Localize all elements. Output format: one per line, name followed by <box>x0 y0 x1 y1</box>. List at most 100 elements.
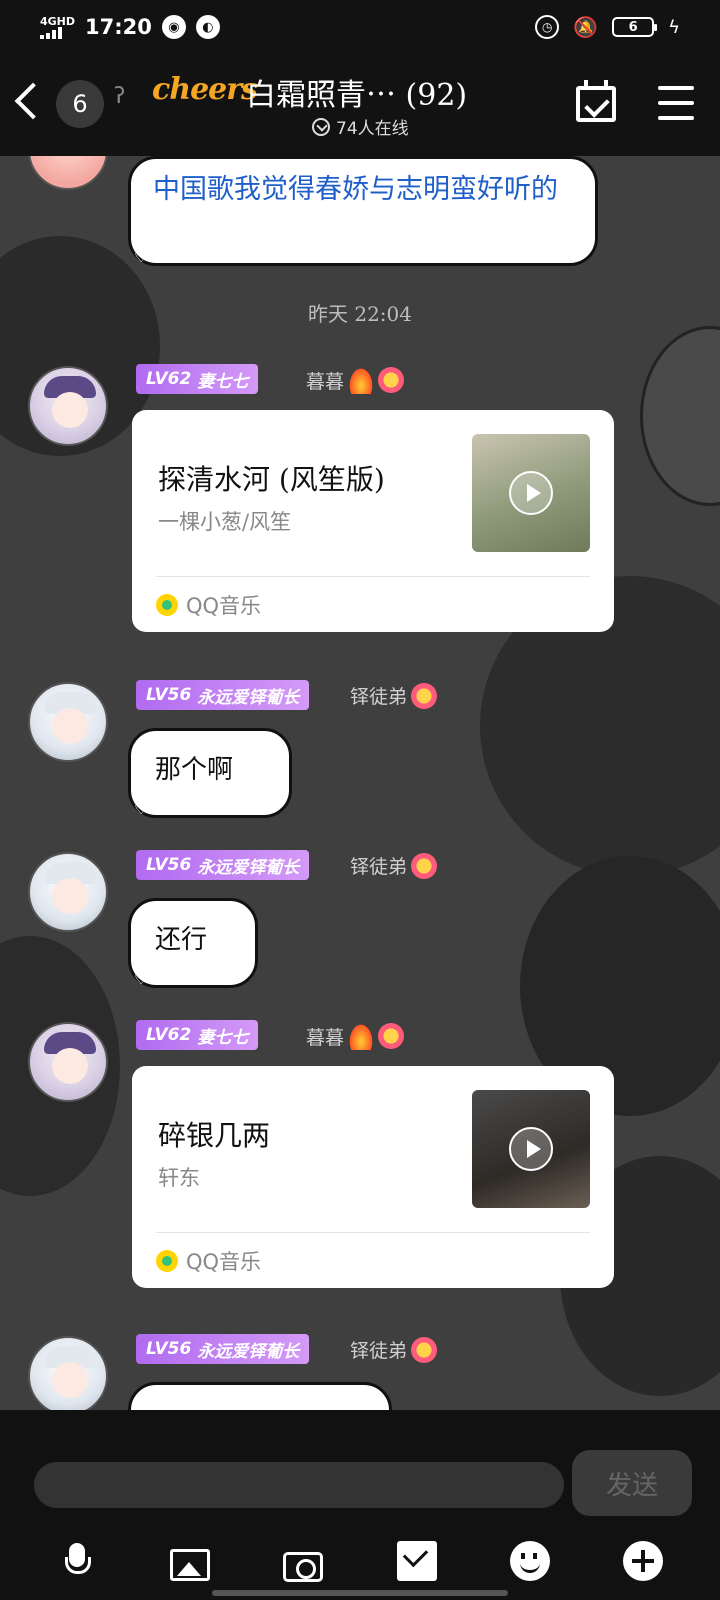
alarm-icon: ◷ <box>535 15 560 39</box>
level-text: LV56 <box>146 1339 192 1359</box>
charging-icon: ϟ <box>668 16 680 38</box>
username[interactable]: 铎徒弟 <box>350 682 438 709</box>
song-artist: 一棵小葱/风笙 <box>158 510 292 534</box>
signal-icon <box>40 26 75 39</box>
flower-emoji-icon <box>411 852 438 879</box>
username-text: 暮暮 <box>306 370 345 393</box>
red-packet-icon[interactable] <box>396 1541 437 1581</box>
username-text: 铎徒弟 <box>350 686 408 708</box>
cheers-logo: cheers <box>152 72 258 107</box>
status-bar: 4GHD 17:20 ◉ ◐ ◷ 🔕 6 ϟ <box>0 0 720 54</box>
song-title: 碎银几两 <box>158 1119 271 1152</box>
song-title: 探清水河 (风笙版) <box>158 463 385 496</box>
mic-icon[interactable] <box>57 1541 97 1581</box>
title-tag: 永远爱铎葡长 <box>197 1341 300 1362</box>
divider <box>156 1232 590 1233</box>
network-indicator: 4GHD <box>40 16 75 39</box>
chevron-down-icon <box>312 117 330 136</box>
checkin-calendar-icon[interactable] <box>576 80 616 122</box>
message-bubble[interactable]: 中国歌我觉得春娇与志明蛮好听的 <box>128 156 598 266</box>
username[interactable]: 暮暮 <box>306 366 405 394</box>
message-text: 中国歌我觉得春娇与志明蛮好听的 <box>153 174 558 205</box>
emoji-icon[interactable] <box>509 1541 550 1581</box>
avatar[interactable] <box>28 852 108 932</box>
avatar[interactable] <box>28 682 108 762</box>
album-cover[interactable] <box>472 434 590 552</box>
avatar[interactable] <box>28 1336 108 1410</box>
fire-icon <box>348 366 375 394</box>
music-card[interactable]: 探清水河 (风笙版) 一棵小葱/风笙 QQ音乐 <box>132 410 614 632</box>
avatar[interactable] <box>28 156 108 190</box>
camera-icon[interactable] <box>283 1552 324 1582</box>
title-tag: 妻七七 <box>197 1027 249 1048</box>
divider <box>156 576 590 577</box>
username-text: 铎徒弟 <box>350 1340 408 1362</box>
image-icon[interactable] <box>169 1549 210 1581</box>
qq-music-icon <box>156 1250 178 1272</box>
flower-emoji-icon <box>378 367 405 393</box>
background-illustration <box>640 326 720 506</box>
online-count[interactable]: 74人在线 <box>312 114 409 139</box>
battery-level: 6 <box>628 19 638 35</box>
message-timestamp: 昨天 22:04 <box>308 302 412 326</box>
source-label: QQ音乐 <box>186 1250 262 1274</box>
home-indicator[interactable] <box>212 1590 508 1596</box>
song-artist: 轩东 <box>158 1166 200 1190</box>
online-text: 74人在线 <box>336 119 409 139</box>
username[interactable]: 铎徒弟 <box>350 852 438 879</box>
message-text: 还行 <box>155 925 208 955</box>
group-title[interactable]: 白霜照青⋯ (92) <box>246 70 467 114</box>
play-icon[interactable] <box>509 471 553 515</box>
clock: 17:20 <box>85 15 152 39</box>
username-text: 铎徒弟 <box>350 856 408 878</box>
level-badge: LV62 妻七七 <box>136 364 259 394</box>
level-text: LV56 <box>146 855 192 875</box>
chat-header: 6 ʔ cheers 白霜照青⋯ (92) 74人在线 <box>0 54 720 156</box>
like-icon[interactable]: ♡ <box>134 801 150 817</box>
plus-icon[interactable] <box>623 1541 664 1581</box>
qq-music-icon <box>156 594 178 616</box>
avatar[interactable] <box>28 1022 108 1102</box>
username[interactable]: 铎徒弟 <box>350 1336 438 1363</box>
play-icon[interactable] <box>509 1127 553 1171</box>
music-source[interactable]: QQ音乐 <box>156 1246 261 1276</box>
title-tag: 永远爱铎葡长 <box>197 857 300 878</box>
back-button[interactable] <box>12 80 42 124</box>
level-badge: LV56 永远爱铎葡长 <box>136 1334 310 1364</box>
level-badge: LV56 永远爱铎葡长 <box>136 680 310 710</box>
level-text: LV62 <box>146 1025 192 1045</box>
menu-icon[interactable] <box>658 86 694 120</box>
chat-area[interactable]: 中国歌我觉得春娇与志明蛮好听的 ♡ 昨天 22:04 LV62 妻七七 暮暮 探… <box>0 156 720 1410</box>
source-label: QQ音乐 <box>186 594 262 618</box>
level-badge: LV62 妻七七 <box>136 1020 259 1050</box>
title-tag: 妻七七 <box>197 371 249 392</box>
flower-emoji-icon <box>411 1336 438 1363</box>
like-icon[interactable]: ♡ <box>134 971 150 987</box>
message-input[interactable] <box>34 1462 564 1508</box>
avatar[interactable] <box>28 366 108 446</box>
unread-badge[interactable]: 6 <box>56 80 104 128</box>
level-badge: LV56 永远爱铎葡长 <box>136 850 310 880</box>
input-bar: 发送 <box>0 1410 720 1600</box>
send-button[interactable]: 发送 <box>572 1450 692 1516</box>
app-notification-icon: ◐ <box>195 15 220 39</box>
battery-icon: 6 <box>612 17 658 37</box>
flower-emoji-icon <box>411 682 438 709</box>
message-text: 那个啊 <box>155 755 234 785</box>
mute-icon: 🔕 <box>573 15 599 39</box>
fire-icon <box>348 1022 375 1050</box>
title-tag: 永远爱铎葡长 <box>197 687 300 708</box>
username-text: 暮暮 <box>306 1026 345 1049</box>
level-text: LV56 <box>146 685 192 705</box>
earpiece-icon[interactable]: ʔ <box>114 84 125 109</box>
message-bubble[interactable]: 那个啊 <box>128 728 292 818</box>
music-source[interactable]: QQ音乐 <box>156 590 261 620</box>
toolbar <box>0 1536 720 1586</box>
music-card[interactable]: 碎银几两 轩东 QQ音乐 <box>132 1066 614 1288</box>
album-cover[interactable] <box>472 1090 590 1208</box>
like-icon[interactable]: ♡ <box>134 249 150 265</box>
username[interactable]: 暮暮 <box>306 1022 405 1050</box>
level-text: LV62 <box>146 369 192 389</box>
message-bubble[interactable] <box>128 1382 392 1410</box>
network-type: 4GHD <box>40 14 76 28</box>
